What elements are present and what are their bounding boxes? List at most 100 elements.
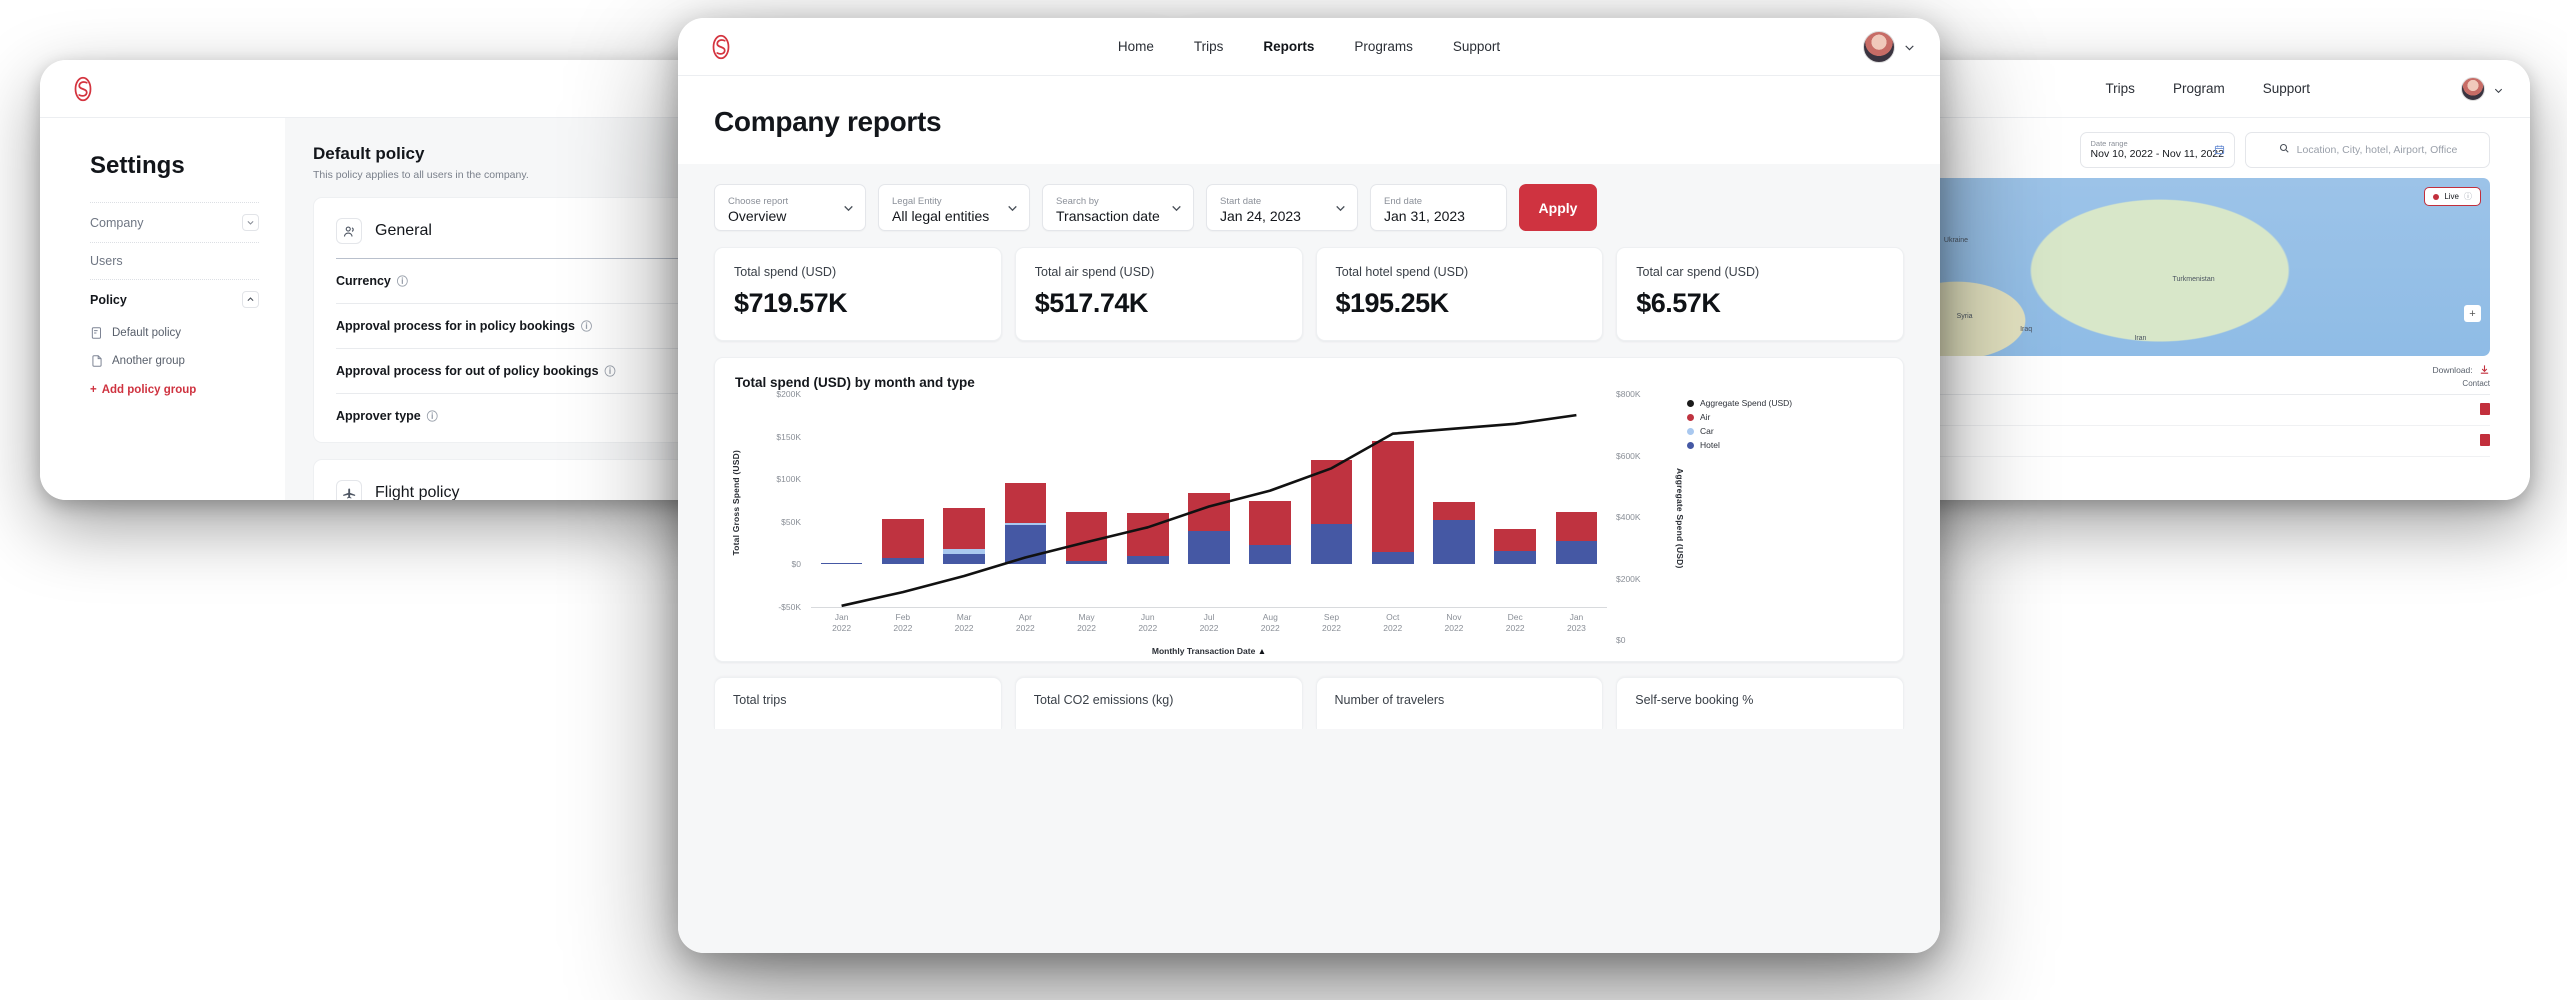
- chevron-up-icon[interactable]: [242, 291, 259, 308]
- legend-item[interactable]: Car: [1687, 426, 1877, 436]
- user-menu[interactable]: [1863, 30, 1914, 63]
- date-range-value: Nov 10, 2022 - Nov 11, 2022: [2090, 148, 2224, 160]
- policy-row-label: Approver type: [336, 409, 421, 423]
- spotnana-s-logo-icon: [68, 74, 98, 104]
- chart-y-axis-label: Total Gross Spend (USD): [731, 450, 741, 556]
- y2-tick: $0: [1616, 635, 1626, 645]
- report-filter-bar: Choose report Overview Legal Entity All …: [678, 164, 1940, 247]
- nav-link-trips[interactable]: Trips: [2105, 81, 2135, 96]
- policy-row-label: Approval process for in policy bookings: [336, 319, 575, 333]
- legend-item[interactable]: Air: [1687, 412, 1877, 422]
- chart-x-axis-label: Monthly Transaction Date ▲: [811, 646, 1607, 656]
- chart-plot-area: Total Gross Spend (USD) Aggregate Spend …: [731, 389, 1883, 656]
- nav-link-reports[interactable]: Reports: [1263, 39, 1314, 54]
- nav-link-support[interactable]: Support: [1453, 39, 1500, 54]
- search-by-select[interactable]: Search by Transaction date: [1042, 184, 1194, 231]
- flight-panel-title: Flight policy: [375, 484, 460, 500]
- nav-link-trips[interactable]: Trips: [1194, 39, 1224, 54]
- chevron-down-icon[interactable]: [1006, 201, 1019, 214]
- download-icon[interactable]: [2479, 364, 2490, 375]
- map-search-field[interactable]: Location, City, hotel, Airport, Office: [2245, 132, 2490, 168]
- map-avatar-menu[interactable]: [2461, 76, 2504, 101]
- sidebar-subitem-label: Another group: [112, 355, 185, 367]
- apply-button[interactable]: Apply: [1519, 184, 1597, 231]
- chevron-down-icon[interactable]: [1170, 201, 1183, 214]
- live-label: Live: [2444, 192, 2459, 201]
- calendar-icon[interactable]: [2214, 142, 2225, 160]
- live-badge[interactable]: Live ⓘ: [2424, 187, 2481, 206]
- policy-doc-icon: [90, 326, 104, 340]
- cell-contact[interactable]: [1930, 403, 2490, 417]
- avatar[interactable]: [2461, 76, 2485, 101]
- spotnana-s-logo-icon[interactable]: [706, 32, 736, 62]
- end-date-field[interactable]: End date Jan 31, 2023: [1370, 184, 1507, 231]
- kpi-label: Total car spend (USD): [1636, 265, 1760, 279]
- sidebar-subitem-another-group[interactable]: Another group: [90, 347, 259, 375]
- info-icon[interactable]: ⓘ: [427, 408, 438, 424]
- avatar[interactable]: [1863, 30, 1895, 63]
- sidebar-item-company[interactable]: Company: [90, 203, 259, 242]
- sidebar-subitem-default-policy[interactable]: Default policy: [90, 319, 259, 347]
- end-date-value: Jan 31, 2023: [1384, 208, 1465, 224]
- info-icon[interactable]: ⓘ: [605, 363, 616, 379]
- legal-entity-value: All legal entities: [892, 208, 990, 224]
- x-tick-label: May 2022: [1077, 612, 1097, 633]
- aggregate-spend-line: [841, 413, 1577, 608]
- nav-link-home[interactable]: Home: [1118, 39, 1154, 54]
- sidebar-item-users[interactable]: Users: [90, 243, 259, 279]
- contact-doc-icon[interactable]: [2480, 403, 2490, 415]
- date-range-field[interactable]: Date range Nov 10, 2022 - Nov 11, 2022: [2079, 132, 2235, 168]
- legend-item[interactable]: Aggregate Spend (USD): [1687, 398, 1877, 408]
- kpi-value: $517.74K: [1034, 288, 1149, 318]
- y2-tick: $600K: [1616, 450, 1641, 461]
- cell-contact[interactable]: [1930, 434, 2490, 448]
- kpi-value: $6.57K: [1636, 288, 1721, 318]
- policy-row-label: Approval process for out of policy booki…: [336, 364, 599, 378]
- legend-label: Car: [1700, 426, 1714, 436]
- chart-title: Total spend (USD) by month and type: [735, 375, 975, 390]
- map-nav-links: Trips Program Support: [2105, 81, 2310, 96]
- info-icon[interactable]: ⓘ: [581, 318, 592, 334]
- legal-entity-select[interactable]: Legal Entity All legal entities: [878, 184, 1030, 231]
- airplane-icon: [336, 480, 362, 500]
- chevron-down-icon[interactable]: [2493, 83, 2504, 94]
- chevron-down-icon[interactable]: [1903, 41, 1914, 52]
- chart-legend: Aggregate Spend (USD) Air Car Hotel: [1687, 398, 1877, 454]
- nav-link-support[interactable]: Support: [2263, 81, 2310, 96]
- kpi-value: $195.25K: [1335, 288, 1450, 318]
- card-self-serve-booking: Self-serve booking %: [1616, 677, 1904, 729]
- kpi-label: Total air spend (USD): [1034, 265, 1155, 279]
- reports-nav-links: Home Trips Reports Programs Support: [1118, 39, 1500, 54]
- card-label: Self-serve booking %: [1635, 693, 1754, 707]
- sidebar-subitem-label: Default policy: [112, 327, 182, 339]
- chevron-down-icon[interactable]: [242, 214, 259, 231]
- y-tick: $150K: [776, 431, 801, 442]
- chevron-down-icon[interactable]: [842, 201, 855, 214]
- sort-ascending-icon[interactable]: ▲: [1258, 646, 1266, 656]
- settings-heading: Settings: [90, 152, 185, 179]
- legend-item[interactable]: Hotel: [1687, 440, 1877, 450]
- start-date-field[interactable]: Start date Jan 24, 2023: [1206, 184, 1358, 231]
- info-icon[interactable]: ⓘ: [2464, 191, 2472, 202]
- start-date-label: Start date: [1220, 196, 1262, 207]
- map-zoom-in-button[interactable]: +: [2464, 305, 2481, 322]
- sidebar-item-label: Users: [90, 254, 123, 268]
- x-tick-label: Oct 2022: [1383, 612, 1403, 633]
- general-panel-title: General: [375, 222, 432, 239]
- info-icon[interactable]: ⓘ: [397, 273, 408, 289]
- settings-sidebar: Settings Company Users Policy Default po…: [40, 118, 285, 500]
- add-policy-group-button[interactable]: + Add policy group: [90, 375, 259, 396]
- reports-body: Company reports Choose report Overview L…: [678, 76, 1940, 953]
- choose-report-select[interactable]: Choose report Overview: [714, 184, 866, 231]
- plus-icon: +: [90, 384, 97, 396]
- file-icon: [90, 354, 104, 368]
- card-label: Number of travelers: [1334, 693, 1445, 707]
- nav-link-program[interactable]: Program: [2173, 81, 2225, 96]
- kpi-row: Total spend (USD) $719.57K Total air spe…: [678, 247, 1940, 341]
- contact-doc-icon[interactable]: [2480, 434, 2490, 446]
- chevron-down-icon[interactable]: [1334, 201, 1347, 214]
- date-range-label: Date range: [2090, 139, 2128, 148]
- nav-link-programs[interactable]: Programs: [1354, 39, 1413, 54]
- sidebar-item-policy[interactable]: Policy: [90, 280, 259, 319]
- y2-tick: $800K: [1616, 389, 1641, 399]
